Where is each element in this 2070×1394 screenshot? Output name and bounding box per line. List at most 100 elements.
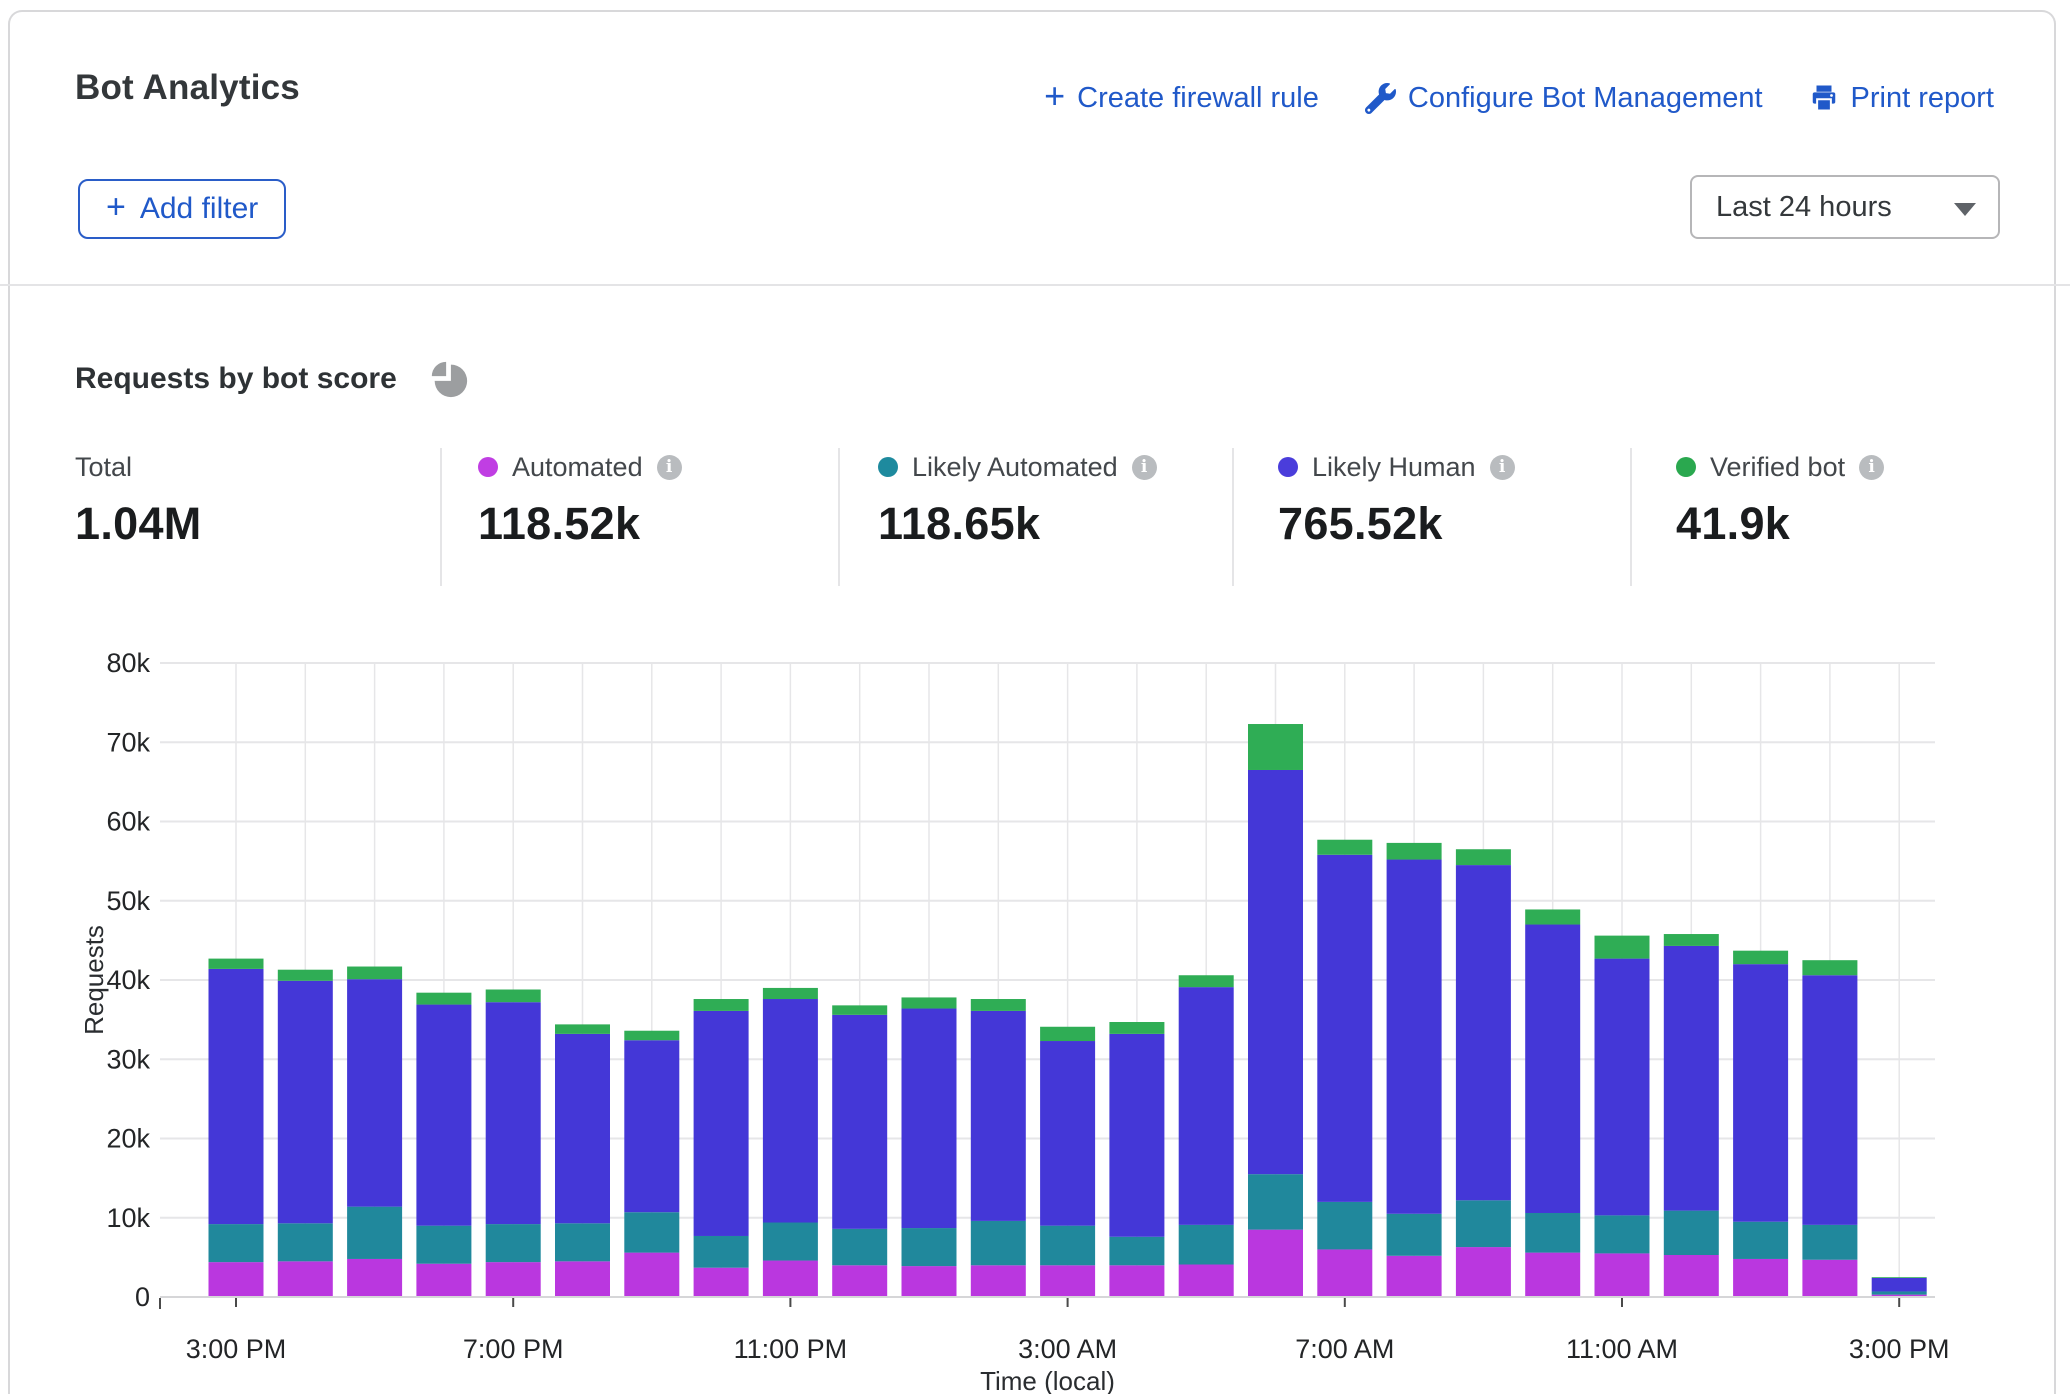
requests-by-bot-score-chart[interactable]: 010k20k30k40k50k60k70k80k3:00 PM7:00 PM1… bbox=[0, 0, 2070, 1394]
bar-segment-likely-human[interactable] bbox=[1179, 987, 1234, 1225]
bar-segment-likely-human[interactable] bbox=[486, 1002, 541, 1224]
bar-segment-automated[interactable] bbox=[1664, 1255, 1719, 1297]
bar-segment-verified-bot[interactable] bbox=[694, 999, 749, 1011]
bar-segment-automated[interactable] bbox=[347, 1259, 402, 1297]
bar-segment-likely-automated[interactable] bbox=[278, 1223, 333, 1261]
bar-segment-likely-human[interactable] bbox=[1317, 855, 1372, 1202]
bar-segment-verified-bot[interactable] bbox=[624, 1031, 679, 1041]
bar-segment-verified-bot[interactable] bbox=[1872, 1277, 1927, 1278]
bar-segment-verified-bot[interactable] bbox=[902, 997, 957, 1008]
bar-segment-verified-bot[interactable] bbox=[1179, 975, 1234, 987]
bar-segment-verified-bot[interactable] bbox=[209, 959, 264, 969]
bar-segment-likely-automated[interactable] bbox=[1802, 1225, 1857, 1260]
bar-segment-likely-human[interactable] bbox=[1525, 925, 1580, 1213]
bar-segment-automated[interactable] bbox=[1179, 1265, 1234, 1297]
bar-segment-automated[interactable] bbox=[902, 1266, 957, 1297]
bar-segment-likely-automated[interactable] bbox=[209, 1224, 264, 1262]
bar-segment-verified-bot[interactable] bbox=[1802, 960, 1857, 975]
bar-segment-verified-bot[interactable] bbox=[347, 967, 402, 980]
bar-segment-automated[interactable] bbox=[555, 1261, 610, 1297]
bar-segment-automated[interactable] bbox=[1317, 1249, 1372, 1297]
bar-segment-likely-human[interactable] bbox=[1248, 770, 1303, 1174]
bar-segment-likely-human[interactable] bbox=[902, 1009, 957, 1229]
bar-segment-likely-human[interactable] bbox=[1595, 959, 1650, 1216]
bar-segment-automated[interactable] bbox=[971, 1265, 1026, 1297]
bar-segment-automated[interactable] bbox=[1040, 1265, 1095, 1297]
bar-segment-likely-human[interactable] bbox=[971, 1011, 1026, 1221]
bar-segment-likely-human[interactable] bbox=[624, 1040, 679, 1212]
bar-segment-automated[interactable] bbox=[1248, 1230, 1303, 1297]
bar-segment-verified-bot[interactable] bbox=[416, 993, 471, 1005]
bar-segment-automated[interactable] bbox=[1802, 1260, 1857, 1297]
bar-segment-likely-automated[interactable] bbox=[416, 1226, 471, 1264]
bar-segment-likely-human[interactable] bbox=[1733, 964, 1788, 1222]
bar-segment-verified-bot[interactable] bbox=[1595, 936, 1650, 959]
bar-segment-likely-automated[interactable] bbox=[1387, 1214, 1442, 1256]
bar-segment-likely-human[interactable] bbox=[1109, 1034, 1164, 1237]
bar-segment-likely-human[interactable] bbox=[1802, 975, 1857, 1225]
bar-segment-likely-automated[interactable] bbox=[763, 1223, 818, 1261]
bar-segment-likely-automated[interactable] bbox=[1179, 1225, 1234, 1265]
bar-segment-verified-bot[interactable] bbox=[763, 988, 818, 999]
bar-segment-likely-human[interactable] bbox=[694, 1011, 749, 1236]
bar-segment-likely-automated[interactable] bbox=[555, 1223, 610, 1261]
bar-segment-likely-human[interactable] bbox=[1664, 946, 1719, 1211]
bar-segment-likely-human[interactable] bbox=[1387, 860, 1442, 1214]
bar-segment-verified-bot[interactable] bbox=[1248, 724, 1303, 770]
bar-segment-verified-bot[interactable] bbox=[971, 999, 1026, 1011]
bar-segment-verified-bot[interactable] bbox=[1664, 934, 1719, 946]
bar-segment-likely-human[interactable] bbox=[1872, 1278, 1927, 1291]
bar-segment-likely-automated[interactable] bbox=[832, 1229, 887, 1265]
bar-segment-automated[interactable] bbox=[832, 1265, 887, 1297]
bar-segment-likely-automated[interactable] bbox=[347, 1207, 402, 1259]
bar-segment-likely-automated[interactable] bbox=[624, 1212, 679, 1252]
bar-segment-likely-automated[interactable] bbox=[1595, 1215, 1650, 1253]
bar-segment-likely-automated[interactable] bbox=[1040, 1226, 1095, 1266]
bar-segment-automated[interactable] bbox=[1595, 1253, 1650, 1297]
bar-segment-likely-automated[interactable] bbox=[1456, 1200, 1511, 1247]
bar-segment-likely-human[interactable] bbox=[209, 969, 264, 1224]
bar-segment-verified-bot[interactable] bbox=[1525, 909, 1580, 924]
bar-segment-likely-automated[interactable] bbox=[1317, 1202, 1372, 1250]
bar-segment-automated[interactable] bbox=[763, 1261, 818, 1297]
bar-segment-likely-automated[interactable] bbox=[1109, 1237, 1164, 1266]
bar-segment-automated[interactable] bbox=[486, 1262, 541, 1297]
bar-segment-likely-human[interactable] bbox=[1456, 865, 1511, 1200]
bar-segment-verified-bot[interactable] bbox=[1456, 849, 1511, 865]
bar-segment-automated[interactable] bbox=[1525, 1253, 1580, 1297]
bar-segment-likely-human[interactable] bbox=[347, 979, 402, 1206]
bar-segment-automated[interactable] bbox=[1109, 1265, 1164, 1297]
bar-segment-likely-automated[interactable] bbox=[1733, 1222, 1788, 1259]
bar-segment-automated[interactable] bbox=[1456, 1247, 1511, 1297]
bar-segment-automated[interactable] bbox=[1387, 1256, 1442, 1297]
bar-segment-likely-automated[interactable] bbox=[486, 1224, 541, 1262]
bar-segment-automated[interactable] bbox=[1733, 1259, 1788, 1297]
bar-segment-likely-automated[interactable] bbox=[1248, 1174, 1303, 1229]
bar-segment-automated[interactable] bbox=[278, 1261, 333, 1297]
bar-segment-verified-bot[interactable] bbox=[832, 1005, 887, 1015]
bar-segment-likely-human[interactable] bbox=[416, 1005, 471, 1226]
bar-segment-likely-human[interactable] bbox=[1040, 1041, 1095, 1226]
bar-segment-verified-bot[interactable] bbox=[555, 1024, 610, 1034]
bar-segment-verified-bot[interactable] bbox=[1387, 843, 1442, 860]
bar-segment-likely-human[interactable] bbox=[763, 999, 818, 1222]
bar-segment-verified-bot[interactable] bbox=[486, 990, 541, 1003]
bar-segment-automated[interactable] bbox=[209, 1262, 264, 1297]
bar-segment-verified-bot[interactable] bbox=[1109, 1022, 1164, 1034]
bar-segment-likely-automated[interactable] bbox=[902, 1228, 957, 1266]
bar-segment-likely-automated[interactable] bbox=[694, 1236, 749, 1268]
bar-segment-likely-automated[interactable] bbox=[1872, 1291, 1927, 1294]
bar-segment-automated[interactable] bbox=[416, 1264, 471, 1297]
bar-segment-verified-bot[interactable] bbox=[1733, 951, 1788, 964]
bar-segment-verified-bot[interactable] bbox=[1040, 1027, 1095, 1041]
bar-segment-automated[interactable] bbox=[624, 1253, 679, 1297]
bar-segment-likely-automated[interactable] bbox=[1525, 1213, 1580, 1253]
bar-segment-likely-automated[interactable] bbox=[971, 1221, 1026, 1265]
bar-segment-automated[interactable] bbox=[694, 1268, 749, 1297]
bar-segment-likely-human[interactable] bbox=[555, 1034, 610, 1223]
bar-segment-likely-automated[interactable] bbox=[1664, 1211, 1719, 1255]
bar-segment-likely-human[interactable] bbox=[832, 1015, 887, 1229]
bar-segment-verified-bot[interactable] bbox=[278, 970, 333, 981]
bar-segment-likely-human[interactable] bbox=[278, 981, 333, 1224]
bar-segment-verified-bot[interactable] bbox=[1317, 840, 1372, 855]
